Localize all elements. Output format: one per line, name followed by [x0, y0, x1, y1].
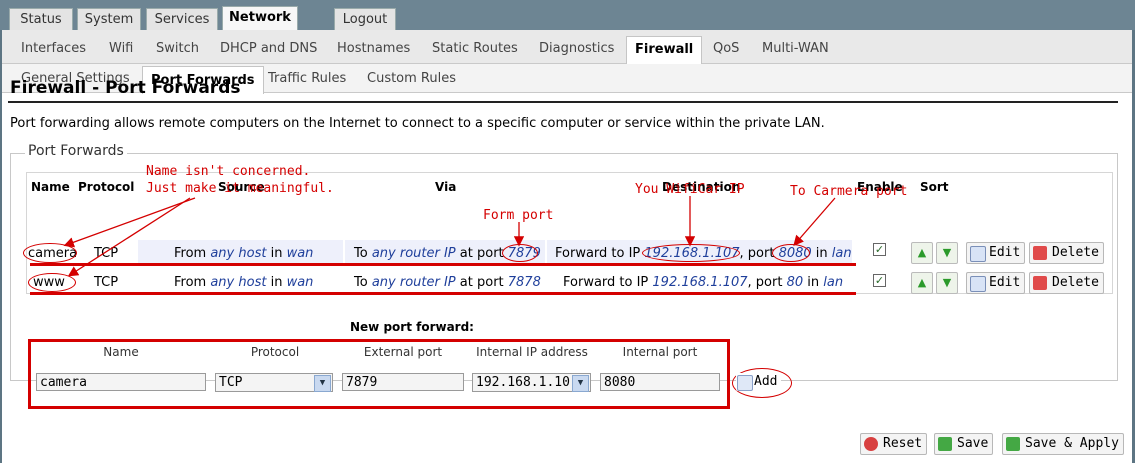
save-apply-label: Save & Apply: [1025, 436, 1119, 451]
reset-button[interactable]: Reset: [860, 433, 928, 455]
save-apply-button[interactable]: Save & Apply: [1002, 433, 1124, 455]
label-internal-ip: Internal IP address: [476, 345, 588, 359]
save-apply-icon: [1006, 437, 1020, 451]
save-icon: [938, 437, 952, 451]
internal-ip-value: 192.168.1.10: [476, 375, 570, 390]
internal-ip-select[interactable]: 192.168.1.10 ▼: [472, 373, 591, 392]
label-internal-port: Internal port: [622, 345, 698, 359]
add-icon: [737, 375, 753, 391]
save-label: Save: [957, 436, 989, 451]
reset-label: Reset: [883, 436, 923, 451]
chevron-down-icon: ▼: [314, 375, 331, 392]
chevron-down-icon: ▼: [572, 375, 589, 392]
add-button[interactable]: Add: [736, 373, 782, 391]
save-button[interactable]: Save: [934, 433, 994, 455]
name-input[interactable]: camera: [36, 373, 206, 391]
reset-icon: [864, 437, 878, 451]
label-protocol: Protocol: [250, 345, 300, 359]
protocol-select-value: TCP: [219, 375, 243, 390]
internal-port-input[interactable]: 8080: [600, 373, 720, 391]
label-name: Name: [103, 345, 139, 359]
new-forward-title: New port forward:: [350, 320, 474, 334]
add-label: Add: [754, 374, 778, 389]
external-port-input[interactable]: 7879: [342, 373, 464, 391]
protocol-select[interactable]: TCP ▼: [215, 373, 333, 392]
label-external-port: External port: [363, 345, 443, 359]
